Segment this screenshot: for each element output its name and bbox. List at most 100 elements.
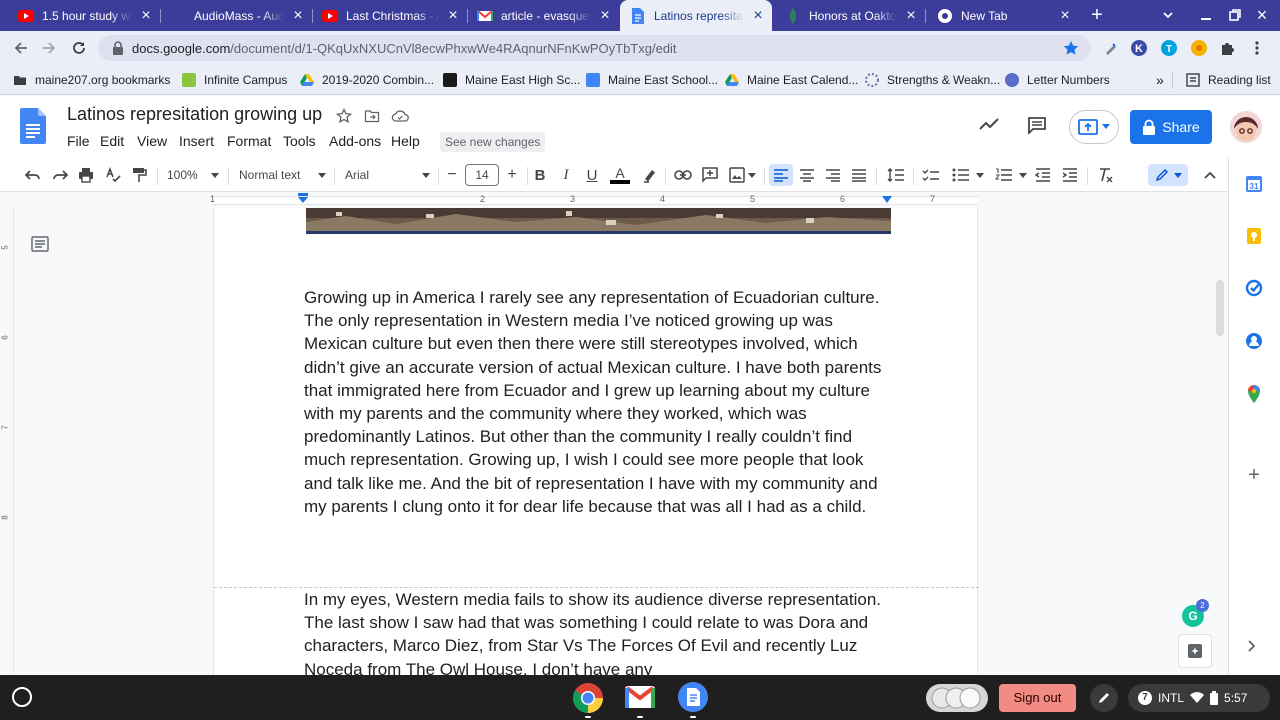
- document-outline-icon[interactable]: [31, 236, 49, 252]
- move-folder-icon[interactable]: [364, 108, 380, 124]
- document-page[interactable]: Growing up in America I rarely see any r…: [213, 208, 979, 675]
- restore-icon[interactable]: [1227, 7, 1243, 23]
- grammarly-icon[interactable]: G 2: [1181, 599, 1209, 628]
- bold-icon[interactable]: B: [530, 164, 550, 186]
- comment-history-icon[interactable]: [1027, 116, 1047, 134]
- extension-k-icon[interactable]: K: [1127, 36, 1151, 60]
- lock-icon[interactable]: [112, 41, 124, 55]
- reading-list-button[interactable]: Reading list: [1186, 71, 1271, 89]
- tasks-icon[interactable]: [1245, 279, 1263, 297]
- tab-1[interactable]: 1.5 hour study with ×: [8, 0, 160, 31]
- calendar-icon[interactable]: 31: [1245, 175, 1263, 193]
- paragraph-2[interactable]: In my eyes, Western media fails to show …: [304, 588, 894, 675]
- bookmark-item[interactable]: Infinite Campus: [182, 71, 287, 89]
- left-indent-marker-icon[interactable]: [297, 193, 309, 205]
- numbered-list-button[interactable]: [991, 164, 1031, 186]
- cloud-status-icon[interactable]: [391, 108, 409, 124]
- explore-button[interactable]: [1178, 634, 1212, 668]
- add-comment-icon[interactable]: [699, 164, 721, 186]
- tab-4[interactable]: article - evasquez1 ×: [467, 0, 619, 31]
- menu-insert[interactable]: Insert: [179, 133, 214, 149]
- decrease-indent-icon[interactable]: [1032, 164, 1054, 186]
- menu-tools[interactable]: Tools: [283, 133, 316, 149]
- vertical-scrollbar[interactable]: [1216, 280, 1224, 336]
- extension-translate-icon[interactable]: T: [1157, 36, 1181, 60]
- font-size-input[interactable]: 14: [465, 164, 499, 186]
- checklist-icon[interactable]: [920, 164, 942, 186]
- star-icon[interactable]: [336, 108, 352, 124]
- extensions-puzzle-icon[interactable]: [1216, 36, 1240, 60]
- tab-5-active[interactable]: Latinos represitatio ×: [620, 0, 772, 31]
- minimize-icon[interactable]: [1198, 7, 1214, 23]
- editing-mode-button[interactable]: [1148, 164, 1188, 186]
- paragraph-1[interactable]: Growing up in America I rarely see any r…: [304, 286, 894, 518]
- tab-3[interactable]: Last Christmas - A ×: [312, 0, 467, 31]
- docs-app-icon[interactable]: [678, 681, 708, 713]
- clear-formatting-icon[interactable]: [1094, 164, 1116, 186]
- paragraph-style-select[interactable]: Normal text: [235, 164, 330, 186]
- address-bar[interactable]: docs.google.com/document/d/1-QKqUxNXUCnV…: [98, 35, 1091, 61]
- close-icon[interactable]: ×: [138, 7, 154, 24]
- launcher-circle-icon[interactable]: [12, 687, 32, 707]
- redo-icon[interactable]: [49, 164, 71, 186]
- bookmark-star-icon[interactable]: [1063, 40, 1079, 56]
- activity-trend-icon[interactable]: [978, 116, 1000, 132]
- italic-icon[interactable]: I: [556, 164, 576, 186]
- bookmark-item[interactable]: Maine East School...: [586, 71, 718, 89]
- document-title[interactable]: Latinos represitation growing up: [67, 104, 322, 125]
- bookmark-item[interactable]: Maine East High Sc...: [443, 71, 580, 89]
- contacts-icon[interactable]: [1245, 332, 1263, 350]
- tab-2[interactable]: AudioMass - Audio ×: [160, 0, 312, 31]
- bookmark-item[interactable]: 2019-2020 Combin...: [300, 71, 434, 89]
- bookmark-item[interactable]: Letter Numbers: [1005, 71, 1110, 89]
- tab-7[interactable]: New Tab ×: [927, 0, 1079, 31]
- menu-format[interactable]: Format: [227, 133, 271, 149]
- spellcheck-icon[interactable]: [102, 164, 124, 186]
- zoom-select[interactable]: 100%: [163, 164, 223, 186]
- print-icon[interactable]: [75, 164, 97, 186]
- hide-menus-chevron-up-icon[interactable]: [1200, 164, 1220, 186]
- bookmarks-overflow-button[interactable]: »: [1156, 71, 1164, 89]
- forward-arrow-icon[interactable]: [37, 36, 61, 60]
- extension-honey-icon[interactable]: [1187, 36, 1211, 60]
- back-arrow-icon[interactable]: [9, 36, 33, 60]
- see-new-changes-button[interactable]: See new changes: [440, 132, 546, 152]
- status-tray[interactable]: 7 INTL 5:57: [1128, 684, 1270, 712]
- present-button[interactable]: [1069, 110, 1119, 144]
- tab-6[interactable]: Honors at Oakton ×: [775, 0, 925, 31]
- close-icon[interactable]: ×: [445, 7, 461, 24]
- right-indent-marker-icon[interactable]: [881, 196, 893, 204]
- align-left-icon[interactable]: [769, 164, 793, 186]
- text-color-icon[interactable]: A: [609, 164, 631, 186]
- menu-file[interactable]: File: [67, 133, 90, 149]
- line-spacing-icon[interactable]: [884, 164, 908, 186]
- share-button[interactable]: Share: [1130, 110, 1212, 144]
- undo-icon[interactable]: [22, 164, 44, 186]
- align-justify-icon[interactable]: [848, 164, 870, 186]
- sign-out-button[interactable]: Sign out: [999, 684, 1076, 712]
- avatar[interactable]: [1230, 111, 1262, 143]
- font-family-select[interactable]: Arial: [341, 164, 434, 186]
- underline-icon[interactable]: U: [582, 164, 602, 186]
- keep-icon[interactable]: [1245, 227, 1263, 245]
- close-window-icon[interactable]: ×: [1254, 5, 1270, 25]
- close-icon[interactable]: ×: [903, 7, 919, 24]
- expand-panel-chevron-right-icon[interactable]: [1247, 639, 1257, 653]
- link-icon[interactable]: [672, 164, 694, 186]
- menu-view[interactable]: View: [137, 133, 167, 149]
- stylus-tools-pen-icon[interactable]: [1090, 684, 1118, 712]
- close-icon[interactable]: ×: [290, 7, 306, 24]
- tab-search-chevron-icon[interactable]: [1160, 7, 1176, 23]
- align-right-icon[interactable]: [822, 164, 844, 186]
- new-tab-plus-icon[interactable]: +: [1088, 5, 1106, 25]
- bookmark-item[interactable]: Strengths & Weakn...: [865, 71, 1000, 89]
- add-addon-plus-icon[interactable]: +: [1245, 465, 1263, 485]
- menu-help[interactable]: Help: [391, 133, 420, 149]
- close-icon[interactable]: ×: [750, 7, 766, 24]
- increase-indent-icon[interactable]: [1059, 164, 1081, 186]
- paint-format-icon[interactable]: [128, 164, 150, 186]
- reload-icon[interactable]: [67, 36, 91, 60]
- docs-logo-icon[interactable]: [20, 108, 46, 144]
- bulleted-list-button[interactable]: [948, 164, 988, 186]
- close-icon[interactable]: ×: [597, 7, 613, 24]
